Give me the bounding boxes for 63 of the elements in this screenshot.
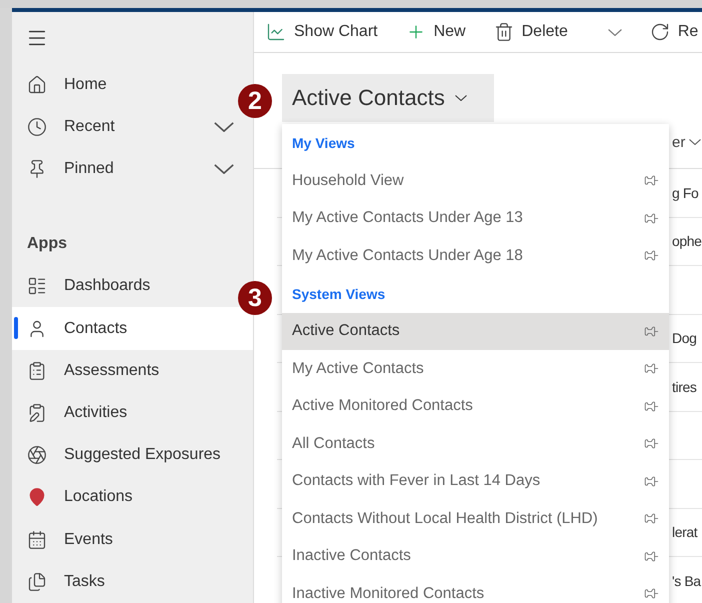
toolbar-button[interactable]: Re	[650, 12, 702, 52]
table-cell: 's Ba	[672, 572, 701, 589]
menu-item[interactable]: Contacts Without Local Health District (LHD)	[282, 500, 669, 538]
pin-icon	[644, 398, 659, 414]
column-header[interactable]: er	[672, 134, 686, 150]
table-cell: ophe	[672, 233, 702, 250]
nav-item[interactable]: Dashboards	[12, 265, 238, 308]
menu-heading: System Views	[291, 284, 386, 304]
chevron-icon	[454, 95, 467, 101]
nav-item[interactable]: Home	[12, 64, 238, 106]
nav-item[interactable]: Locations	[12, 476, 238, 519]
menu-item[interactable]: My Active Contacts Under Age 13	[282, 200, 669, 237]
nav-item[interactable]: Tasks	[12, 560, 238, 603]
refresh-icon	[650, 22, 670, 42]
pin-icon	[644, 361, 659, 376]
view-selector[interactable]: Active Contacts	[282, 74, 494, 122]
table-cell: Dog	[672, 330, 696, 346]
chart-icon	[266, 22, 286, 42]
calendar-icon	[27, 530, 47, 550]
pin-icon	[644, 324, 659, 339]
toolbar-button[interactable]: Delete	[494, 12, 582, 52]
pin-icon	[644, 586, 659, 602]
table-cell: tires	[672, 378, 696, 395]
menu-item[interactable]: My Active Contacts Under Age 18	[282, 237, 669, 274]
menu-heading: My Views	[291, 134, 356, 153]
nav-item[interactable]: Assessments	[12, 350, 238, 392]
clipboard-list-icon	[27, 360, 47, 381]
nav-item[interactable]: Events	[12, 518, 238, 561]
table-cell: g Fo	[672, 184, 698, 201]
menu-item[interactable]: All Contacts	[282, 425, 669, 462]
pin-icon	[644, 436, 659, 452]
pin-icon	[644, 248, 659, 264]
toolbar-button[interactable]: New	[406, 12, 480, 52]
files-icon	[27, 572, 47, 592]
pin-icon	[644, 210, 659, 226]
chevron-icon	[689, 139, 702, 145]
nav-item[interactable]: Recent	[12, 106, 238, 148]
aperture-icon	[27, 445, 47, 466]
menu-item[interactable]: Active Monitored Contacts	[282, 388, 669, 425]
clock-icon	[27, 117, 47, 138]
clipboard-pen-icon	[27, 402, 47, 423]
section-title: Apps	[26, 234, 68, 254]
table-cell: lerat	[672, 524, 698, 540]
menu-item[interactable]: My Active Contacts	[282, 350, 669, 388]
menu-item[interactable]: Household View	[282, 162, 669, 200]
menu-item[interactable]: Active Contacts	[282, 312, 669, 350]
pin-icon	[644, 173, 659, 188]
nav-item[interactable]: Contacts	[12, 307, 253, 350]
menu-item[interactable]: Contacts with Fever in Last 14 Days	[282, 462, 669, 500]
map-pin-icon	[27, 487, 47, 508]
menu-item[interactable]: Inactive Contacts	[282, 538, 669, 575]
dashboard-icon	[27, 276, 47, 296]
pin-icon	[644, 511, 659, 526]
home-icon	[27, 74, 47, 95]
pin-icon	[644, 474, 659, 489]
menu-item[interactable]: Inactive Monitored Contacts	[282, 575, 669, 603]
toolbar-button[interactable]: Show Chart	[266, 12, 392, 52]
nav-item[interactable]: Activities	[12, 392, 238, 434]
trash-icon	[494, 22, 514, 42]
pin-icon	[644, 548, 659, 564]
chevron-icon	[608, 28, 622, 36]
nav-item[interactable]: Pinned	[12, 148, 238, 190]
nav-item[interactable]: Suggested Exposures	[12, 434, 238, 476]
